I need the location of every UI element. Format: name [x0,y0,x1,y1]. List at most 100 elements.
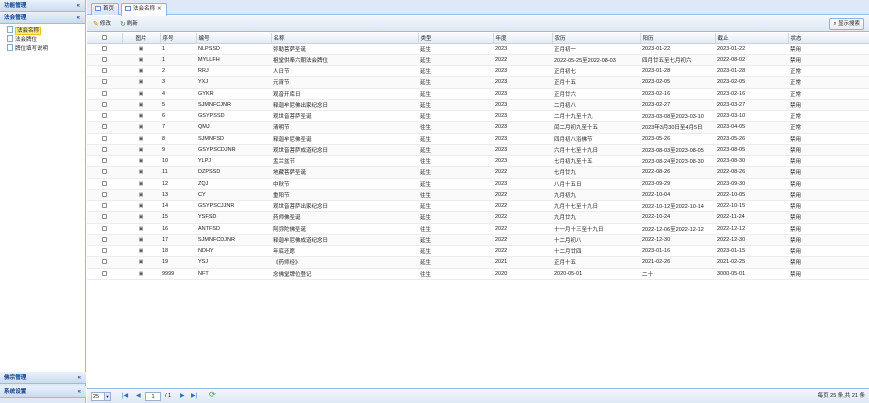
row-image[interactable]: ▣ [122,211,160,224]
row-image[interactable]: ▣ [122,245,160,258]
table-row[interactable]: ▣ 12 ZQJ 中秋节 延生 2023 八月十五日 2023-09-29 2023-09-30… [87,178,869,190]
row-checkbox[interactable] [87,189,122,202]
tab-dharma-name[interactable]: 法会名称 ✕ [121,3,167,16]
row-image[interactable]: ▣ [122,88,160,100]
column-header-deadline[interactable]: 截止 [715,33,789,44]
table-row[interactable]: ▣ 8 SJMNFSD 释迦牟尼佛圣诞 延生 2023 四月初八浴佛节 2023-05-26 2… [87,133,869,145]
row-checkbox[interactable] [87,178,122,190]
column-header-year[interactable]: 年度 [493,33,553,44]
column-header-image[interactable]: 图片 [122,33,161,44]
row-checkbox[interactable] [87,54,122,67]
row-checkbox[interactable] [87,268,122,280]
collapse-icon[interactable]: « [77,12,80,24]
table-row[interactable]: ▣ 6 GSYPSSD 观世音菩萨圣诞 延生 2023 二月十九至十九 2023-03-08至… [87,110,869,123]
row-checkbox[interactable] [87,110,122,123]
first-page-button[interactable]: |◀ [122,392,128,401]
tab-home[interactable]: 首页 [91,3,120,15]
row-image[interactable]: ▣ [122,43,160,55]
row-checkbox[interactable] [87,223,122,235]
row-image[interactable]: ▣ [122,54,160,67]
sidebar-item-dharma-name[interactable]: 法会名称 [0,26,85,35]
table-row[interactable]: ▣ 19 YSJ 《药师经》 延生 2021 正月十五 2021-02-26 2021-02-2… [87,256,869,269]
row-checkbox[interactable] [87,245,122,258]
column-header-status[interactable]: 状态 [788,33,869,44]
row-checkbox[interactable] [87,166,122,179]
collapse-icon[interactable]: « [77,0,80,12]
row-checkbox[interactable] [87,133,122,145]
table-row[interactable]: ▣ 15 YSFSD 药师佛圣诞 延生 2022 九月廿九 2022-10-24 2022-11… [87,211,869,224]
row-checkbox[interactable] [87,121,122,134]
row-image[interactable]: ▣ [122,268,160,280]
row-checkbox[interactable] [87,43,122,55]
close-icon[interactable]: ✕ [157,6,162,12]
show-search-button[interactable]: ⌕ 显示搜索 [829,18,864,30]
row-checkbox[interactable] [87,234,122,247]
edit-button[interactable]: ✎修改 [93,19,111,29]
sidebar-item-tablet-instructions[interactable]: 牌位填写说明 [0,44,85,53]
column-header-code[interactable]: 编号 [196,33,272,44]
column-header-seq[interactable]: 序号 [160,33,197,44]
select-all-checkbox[interactable] [87,33,123,44]
table-row[interactable]: ▣ 14 GSYPSCJJNR 观世音菩萨出家纪念日 延生 2022 九月十七至十九日 202… [87,200,869,213]
table-row[interactable]: ▣ 10 YLPJ 盂兰盆节 往生 2023 七月初九至十五 2023-08-24至2023-… [87,155,869,168]
row-checkbox[interactable] [87,155,122,168]
row-image[interactable]: ▣ [122,200,160,213]
row-image[interactable]: ▣ [122,110,160,123]
row-image[interactable]: ▣ [122,189,160,202]
row-image[interactable]: ▣ [122,65,160,78]
column-header-lunar[interactable]: 农历 [552,33,641,44]
table-row[interactable]: ▣ 5 SJMNFCJNR 释迦牟尼佛出家纪念日 延生 2023 二月初八 2023-02-2… [87,99,869,112]
table-row[interactable]: ▣ 3 YXJ 元宵节 延生 2023 正月十五 2023-02-05 2023-02-05 正常 [87,76,869,89]
next-page-button[interactable]: ▶ [180,392,185,401]
row-image[interactable]: ▣ [122,99,160,112]
row-image[interactable]: ▣ [122,76,160,89]
row-checkbox[interactable] [87,211,122,224]
table-row[interactable]: ▣ 9999 NFT 念佛堂牌位登记 往生 2020 2020-05-01 二十 3000-05… [87,268,869,280]
row-image[interactable]: ▣ [122,223,160,235]
row-image[interactable]: ▣ [122,133,160,145]
row-image[interactable]: ▣ [122,155,160,168]
row-checkbox[interactable] [87,88,122,100]
prev-page-button[interactable]: ◀ [136,392,141,401]
image-icon: ▣ [138,101,144,108]
table-row[interactable]: ▣ 16 ANTFSD 阿弥陀佛圣诞 往生 2022 十一月十三至十九日 2022-12-06… [87,223,869,235]
row-checkbox[interactable] [87,200,122,213]
column-header-name[interactable]: 名称 [271,33,419,44]
row-checkbox[interactable] [87,65,122,78]
row-image[interactable]: ▣ [122,178,160,190]
accordion-header-buddhist[interactable]: 佛宗管理 « [0,372,86,384]
last-page-button[interactable]: ▶| [191,392,197,401]
row-image[interactable]: ▣ [122,256,160,269]
table-row[interactable]: ▣ 4 GYKR 观音开库日 延生 2023 正月廿六 2023-02-16 2023-02-1… [87,88,869,100]
refresh-icon[interactable]: ⟳ [209,390,216,399]
table-row[interactable]: ▣ 18 NDHY 年底还愿 延生 2022 十二月廿四 2023-01-16 2023-01-… [87,245,869,258]
column-header-type[interactable]: 类型 [418,33,494,44]
table-row[interactable]: ▣ 13 CY 重阳节 往生 2022 九月初九 2022-10-04 2022-10-05 禁用 [87,189,869,202]
row-image[interactable]: ▣ [122,144,160,157]
row-image[interactable]: ▣ [122,234,160,247]
accordion-header-dharma[interactable]: 法会管理 « [0,12,85,24]
row-checkbox[interactable] [87,99,122,112]
accordion-header-system[interactable]: 系统设置 « [0,386,86,398]
collapse-icon[interactable]: « [78,386,81,398]
page-number-input[interactable]: 1 [145,392,161,401]
table-row[interactable]: ▣ 2 RRJ 人日节 延生 2023 正月初七 2023-01-28 2023-01-28 正常 [87,65,869,78]
table-row[interactable]: ▣ 11 DZPSSD 地藏菩萨圣诞 延生 2022 七月廿九 2022-08-26 2022-… [87,166,869,179]
table-row[interactable]: ▣ 1 NLPSSD 弥勒菩萨圣诞 延生 2023 正月初一 2023-01-22 2023-0… [87,43,869,55]
collapse-icon[interactable]: « [78,372,81,384]
table-row[interactable]: ▣ 7 QMJ 清明节 往生 2023 闰二月初九至十五 2023年3月30日至4月5日 202… [87,121,869,134]
column-header-solar[interactable]: 阳历 [640,33,716,44]
sidebar-item-dharma-tablet[interactable]: 法会牌位 [0,35,85,44]
row-image[interactable]: ▣ [122,121,160,134]
table-row[interactable]: ▣ 17 SJMNFCDJNR 释迦牟尼佛成道纪念日 延生 2022 十二月初八 2022-1… [87,234,869,247]
row-checkbox[interactable] [87,144,122,157]
accordion-header-functions[interactable]: 功能管理 « [0,0,85,12]
page-size-select[interactable]: 25 ▼ [91,392,111,401]
cell-solar: 2023-02-16 [640,88,715,100]
row-checkbox[interactable] [87,256,122,269]
refresh-button[interactable]: ↻刷新 [120,19,138,29]
row-image[interactable]: ▣ [122,166,160,179]
row-checkbox[interactable] [87,76,122,89]
table-row[interactable]: ▣ 9 GSYPSCDJNR 观世音菩萨成道纪念日 延生 2023 六月十七至十九日 2023… [87,144,869,157]
table-row[interactable]: ▣ 1 MYLLFH 祖堂供奉六朝法会牌位 延生 2022 2022-05-25至2022-… [87,54,869,67]
